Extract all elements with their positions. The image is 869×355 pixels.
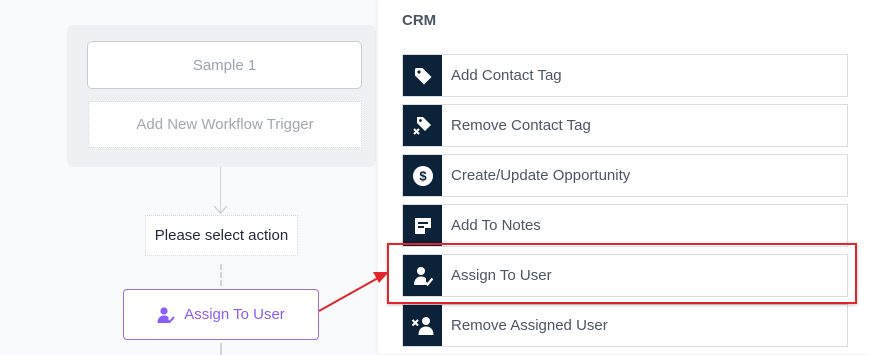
dollar-icon: $ — [403, 155, 442, 196]
action-label: Create/Update Opportunity — [451, 167, 631, 184]
select-action-node[interactable]: Please select action — [145, 215, 298, 256]
action-add-contact-tag[interactable]: Add Contact Tag — [402, 54, 848, 97]
section-title: CRM — [402, 12, 437, 29]
add-workflow-trigger-button[interactable]: Add New Workflow Trigger — [88, 101, 362, 148]
action-label: Remove Assigned User — [451, 317, 608, 334]
tag-remove-icon — [403, 105, 442, 146]
note-icon — [403, 205, 442, 246]
user-check-icon — [157, 306, 175, 324]
user-remove-icon — [403, 305, 442, 346]
action-remove-assigned-user[interactable]: Remove Assigned User — [402, 304, 848, 347]
dashed-connector — [220, 343, 222, 355]
svg-text:$: $ — [419, 168, 427, 183]
action-remove-contact-tag[interactable]: Remove Contact Tag — [402, 104, 848, 147]
action-label: Add Contact Tag — [451, 67, 562, 84]
highlight-box — [387, 243, 857, 304]
trigger-node[interactable]: Sample 1 — [87, 41, 362, 89]
assign-to-user-node[interactable]: Assign To User — [123, 289, 319, 340]
workflow-canvas: Sample 1 Add New Workflow Trigger Please… — [0, 0, 378, 355]
action-label: Add To Notes — [451, 217, 541, 234]
action-label: Remove Contact Tag — [451, 117, 591, 134]
connector-arrow-icon — [213, 205, 228, 214]
action-create-update-opportunity[interactable]: $ Create/Update Opportunity — [402, 154, 848, 197]
tag-icon — [403, 55, 442, 96]
dashed-connector — [220, 264, 222, 286]
action-add-to-notes[interactable]: Add To Notes — [402, 204, 848, 247]
assign-node-label: Assign To User — [184, 306, 285, 323]
